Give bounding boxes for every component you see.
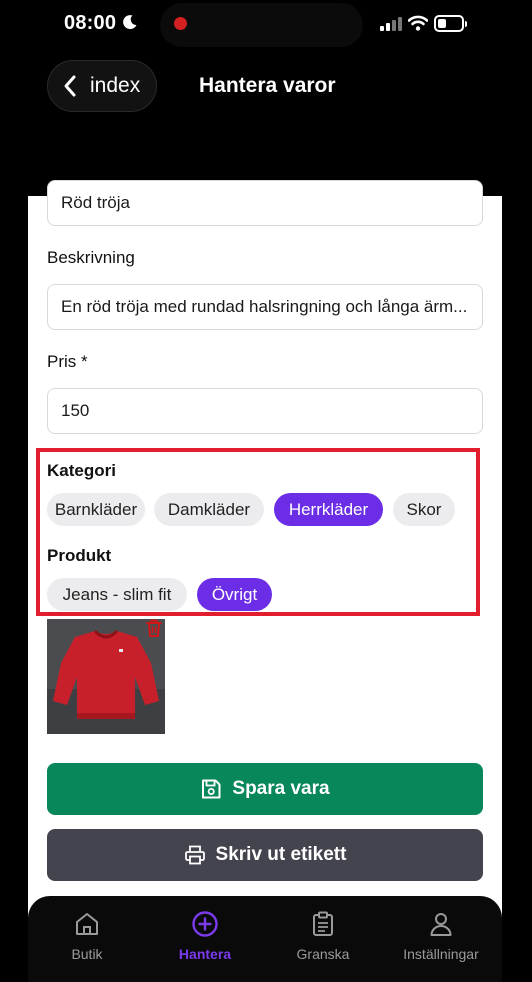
category-chip-skor[interactable]: Skor (393, 493, 455, 526)
status-time: 08:00 (64, 12, 117, 34)
dynamic-island (160, 3, 363, 47)
form-content: Röd tröja Beskrivning En röd tröja med r… (28, 180, 502, 982)
category-chip-herrklader[interactable]: Herrkläder (274, 493, 383, 526)
product-label: Produkt (47, 546, 112, 565)
bottom-tab-bar: Butik Hantera Granska Inställningar (28, 896, 502, 982)
tab-granska[interactable]: Granska (264, 910, 382, 962)
price-label: Pris * (47, 352, 88, 371)
battery-tip (465, 21, 467, 27)
back-button-label: index (90, 74, 141, 97)
cellular-signal-icon (380, 17, 402, 31)
description-label: Beskrivning (47, 248, 135, 267)
name-field[interactable]: Röd tröja (47, 180, 483, 226)
clipboard-icon (313, 911, 333, 936)
tab-label-hantera: Hantera (178, 946, 232, 962)
save-button[interactable]: Spara vara (47, 763, 483, 815)
floppy-disk-icon (202, 779, 221, 799)
trash-icon[interactable] (145, 618, 163, 638)
wifi-icon (408, 15, 428, 31)
tab-label-installningar: Inställningar (403, 946, 479, 962)
product-chip-jeans[interactable]: Jeans - slim fit (47, 578, 187, 611)
description-field[interactable]: En röd tröja med rundad halsringning och… (47, 284, 483, 330)
tab-installningar[interactable]: Inställningar (382, 910, 500, 962)
category-label: Kategori (47, 461, 116, 480)
printer-icon (184, 845, 205, 865)
user-icon (430, 913, 452, 936)
home-icon (76, 913, 98, 935)
category-chip-barnklader[interactable]: Barnkläder (47, 493, 145, 526)
print-label-button[interactable]: Skriv ut etikett (47, 829, 483, 881)
recording-indicator-icon (174, 17, 187, 30)
status-bar: 08:00 (28, 0, 502, 50)
tab-butik[interactable]: Butik (28, 910, 146, 962)
product-chip-ovrigt[interactable]: Övrigt (197, 578, 272, 611)
phone-screen: 08:00 index Hantera varor Röd tröja Besk… (28, 0, 502, 982)
plus-circle-icon (192, 911, 218, 937)
print-button-label: Skriv ut etikett (215, 844, 347, 865)
tab-label-butik: Butik (71, 946, 103, 962)
save-button-label: Spara vara (232, 778, 330, 799)
tab-hantera[interactable]: Hantera (146, 910, 264, 962)
moon-icon (123, 15, 137, 30)
category-chip-damklader[interactable]: Damkläder (154, 493, 264, 526)
chevron-left-icon (64, 75, 76, 97)
tab-label-granska: Granska (296, 946, 350, 962)
battery-icon (434, 15, 464, 32)
back-button[interactable]: index (47, 60, 157, 112)
page-title: Hantera varor (199, 74, 336, 97)
price-field[interactable]: 150 (47, 388, 483, 434)
nav-header: index Hantera varor (28, 50, 502, 196)
